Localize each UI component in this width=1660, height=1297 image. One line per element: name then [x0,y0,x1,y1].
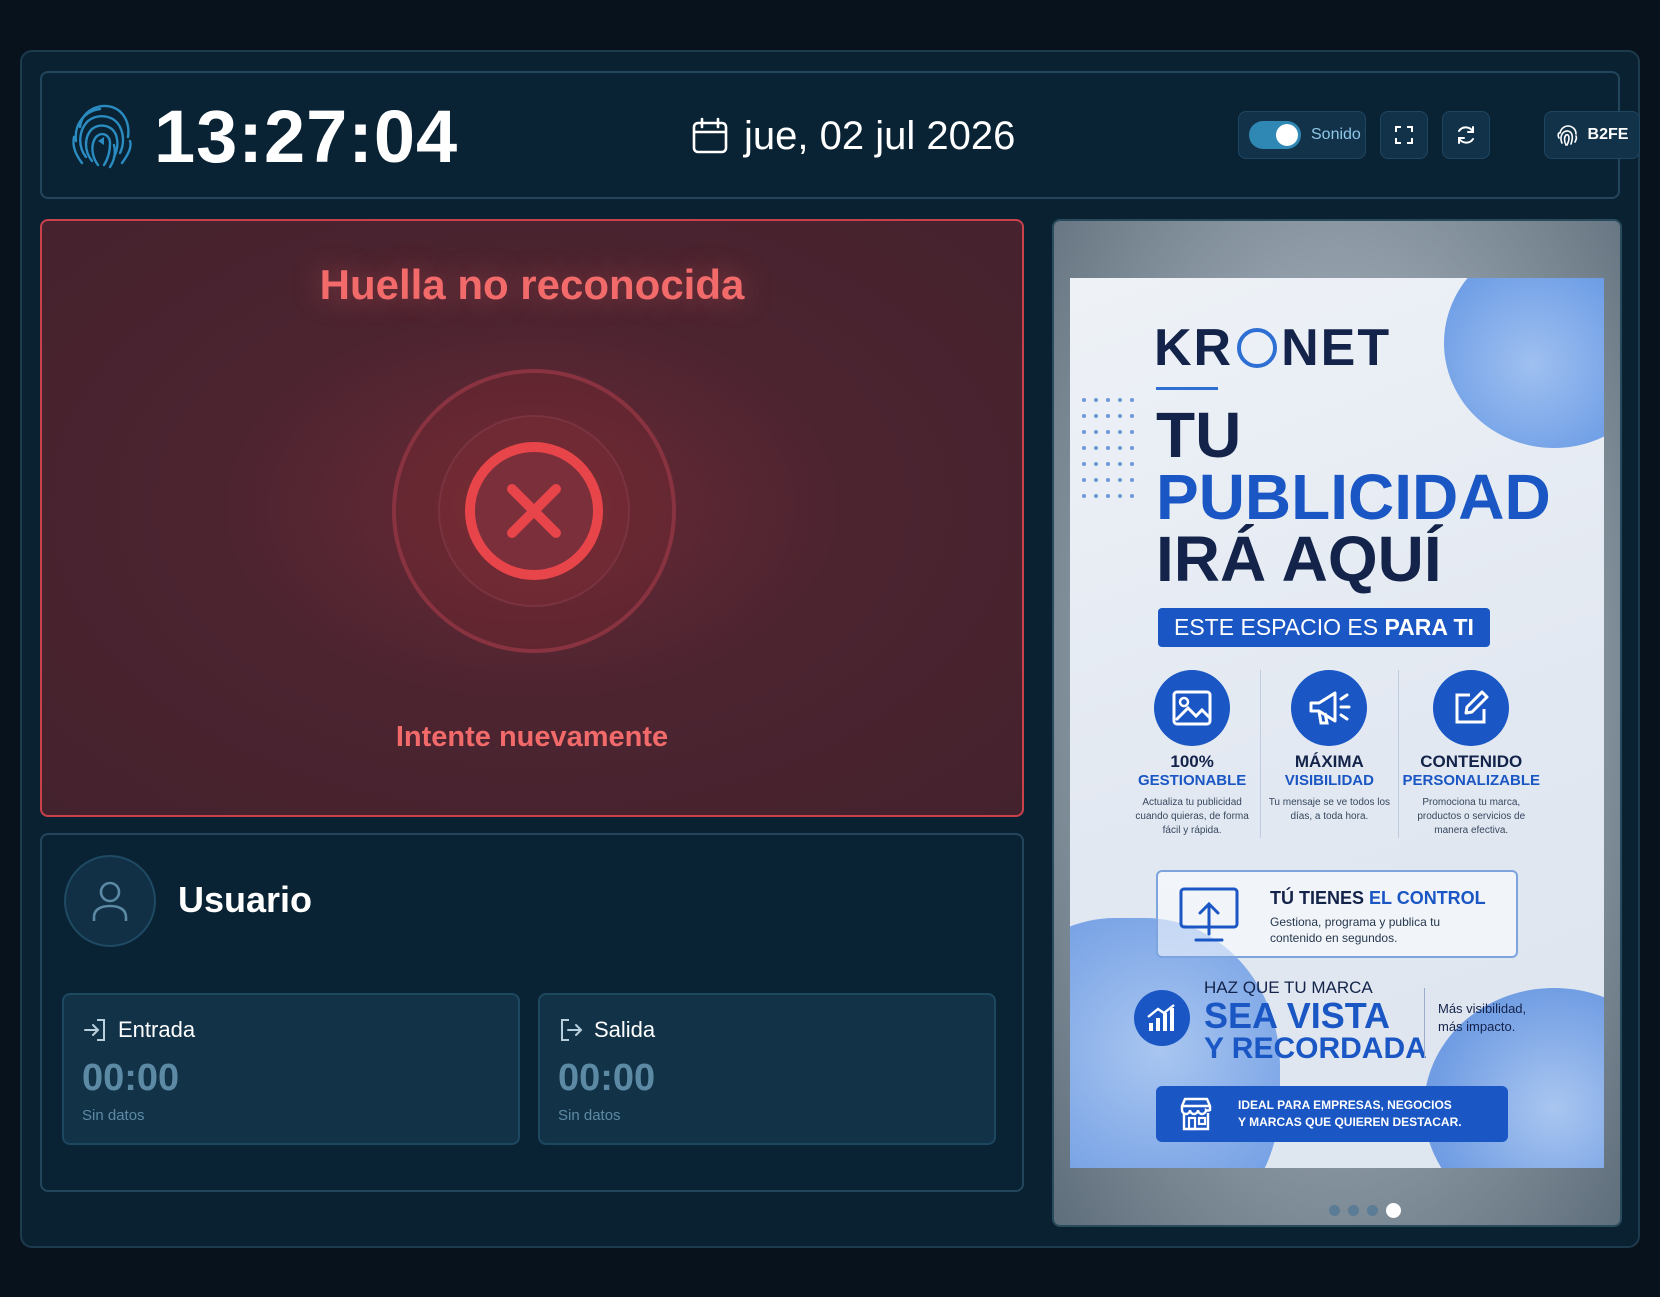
fullscreen-icon [1395,126,1413,144]
sound-toggle[interactable]: Sonido [1238,111,1366,159]
ad-pill: ESTE ESPACIO ES PARA TI [1158,608,1490,647]
entry-card: Entrada 00:00 Sin datos [62,993,520,1145]
brand-underline [1156,387,1218,390]
feature-item: CONTENIDO PERSONALIZABLE Promociona tu m… [1397,670,1545,838]
exit-status: Sin datos [558,1107,621,1124]
cta-banner: IDEAL PARA EMPRESAS, NEGOCIOS Y MARCAS Q… [1156,1086,1508,1142]
exit-time: 00:00 [558,1057,656,1099]
image-icon [1154,670,1231,746]
cta-text: IDEAL PARA EMPRESAS, NEGOCIOS Y MARCAS Q… [1238,1097,1498,1131]
header-bar: 13:27:04 jue, 02 jul 2026 Sonido B2FE [40,71,1640,199]
date-text: jue, 02 jul 2026 [744,114,1016,158]
headline-line-3: IRÁ AQUÍ [1156,523,1442,595]
dots-decor-icon [1082,398,1134,498]
carousel-dots [1054,1203,1620,1218]
clock-display: 13:27:04 [154,95,459,178]
feature-desc: Promociona tu marca, productos o servici… [1417,797,1526,836]
feature-subtitle: VISIBILIDAD [1284,772,1374,789]
exit-card: Salida 00:00 Sin datos [538,993,996,1145]
feature-subtitle: GESTIONABLE [1137,772,1247,789]
headline-line-1: TU [1156,399,1242,471]
carousel-dot[interactable] [1348,1205,1359,1216]
ad-panel: KR NET TU PUBLICIDAD IRÁ AQUÍ ESTE ESPAC… [1052,219,1622,1227]
status-title: Huella no reconocida [319,261,745,308]
user-name: Usuario [178,879,313,920]
ad-features: 100% GESTIONABLE Actualiza tu publicidad… [1124,670,1544,838]
entry-label: Entrada [118,1017,196,1042]
divider [1424,988,1425,1058]
logout-icon [561,1019,583,1041]
marca-block: HAZ QUE TU MARCA SEA VISTA Y RECORDADA M… [1134,978,1604,1074]
marca-side-text: Más visibilidad, más impacto. [1438,1001,1527,1034]
marca-line-3: Y RECORDADA [1204,1032,1427,1065]
exit-label: Salida [594,1017,656,1042]
feature-item: 100% GESTIONABLE Actualiza tu publicidad… [1124,670,1260,838]
pill-text: ESTE ESPACIO ES [1174,614,1385,640]
carousel-dot[interactable] [1329,1205,1340,1216]
store-icon [1180,1097,1212,1131]
marca-line-2: SEA VISTA [1204,995,1391,1036]
device-id-button[interactable]: B2FE [1544,111,1640,159]
brand-logo: KR NET [1154,318,1391,378]
brand-fingerprint-icon [1237,328,1278,368]
control-title-accent: EL CONTROL [1369,888,1486,908]
fullscreen-button[interactable] [1380,111,1428,159]
feature-desc: Actualiza tu publicidad cuando quieras, … [1135,797,1249,836]
user-icon [92,881,128,921]
refresh-icon [1458,126,1474,144]
date-display: jue, 02 jul 2026 [690,111,1015,161]
monitor-upload-icon [1179,887,1239,942]
headline-line-2: PUBLICIDAD [1156,461,1551,533]
brand-text-right: NET [1281,319,1392,377]
device-id-label: B2FE [1587,126,1629,143]
edit-icon [1433,670,1510,746]
status-subtitle: Intente nuevamente [395,721,669,753]
error-x-icon [392,369,676,653]
pill-text-bold: PARA TI [1384,614,1474,640]
feature-title: CONTENIDO [1420,752,1523,771]
status-panel: Huella no reconocida Intente nuevamente [40,219,1024,817]
switch-knob [1276,124,1298,146]
fingerprint-icon [1556,125,1577,146]
ad-headline: TU PUBLICIDAD IRÁ AQUÍ [1156,399,1551,595]
feature-subtitle: PERSONALIZABLE [1402,772,1541,789]
brand-text-left: KR [1154,319,1234,377]
refresh-button[interactable] [1442,111,1490,159]
fingerprint-logo-icon [72,104,132,169]
carousel-dot[interactable] [1367,1205,1378,1216]
cta-line-2: Y MARCAS QUE QUIEREN DESTACAR. [1238,1115,1462,1129]
avatar [64,855,156,947]
control-box: TÚ TIENES EL CONTROL Gestiona, programa … [1156,870,1518,958]
entry-time: 00:00 [82,1057,180,1099]
cta-line-1: IDEAL PARA EMPRESAS, NEGOCIOS [1238,1098,1452,1112]
ad-poster[interactable]: KR NET TU PUBLICIDAD IRÁ AQUÍ ESTE ESPAC… [1070,278,1604,1168]
sound-switch[interactable] [1249,121,1301,149]
carousel-dot[interactable] [1386,1203,1401,1218]
login-icon [84,1019,105,1041]
user-panel: Usuario Entrada 00:00 Sin datos Salida 0… [40,833,1024,1192]
feature-desc: Tu mensaje se ve todos los días, a toda … [1268,797,1391,822]
megaphone-icon [1291,670,1368,746]
sound-label: Sonido [1311,126,1361,143]
control-title: TÚ TIENES EL CONTROL [1270,888,1486,909]
feature-title: MÁXIMA [1294,752,1364,771]
control-desc: Gestiona, programa y publica tu contenid… [1270,915,1441,945]
calendar-icon [692,117,728,154]
entry-status: Sin datos [82,1107,145,1124]
control-title-text: TÚ TIENES [1270,888,1370,908]
chart-growth-icon [1134,990,1190,1046]
feature-item: MÁXIMA VISIBILIDAD Tu mensaje se ve todo… [1260,670,1397,838]
feature-title: 100% [1170,752,1214,771]
